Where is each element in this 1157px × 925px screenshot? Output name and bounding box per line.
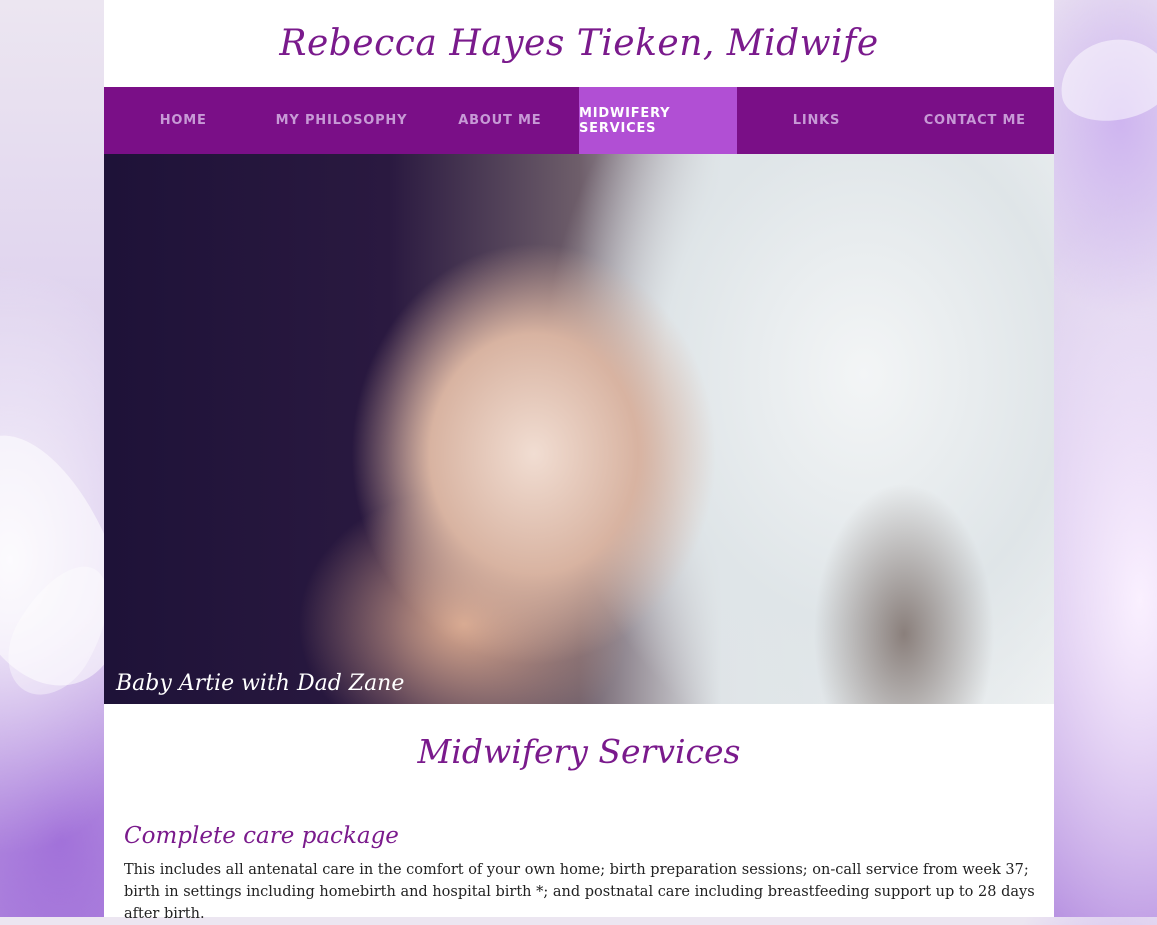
site-title[interactable]: Rebecca Hayes Tieken, Midwife bbox=[104, 0, 1054, 87]
nav-item-links[interactable]: LINKS bbox=[737, 87, 895, 154]
section-heading: Complete care package bbox=[124, 823, 399, 849]
page-container: Rebecca Hayes Tieken, Midwife HOME MY PH… bbox=[104, 0, 1054, 922]
nav-item-contact-me[interactable]: CONTACT ME bbox=[896, 87, 1054, 154]
nav-item-about-me[interactable]: ABOUT ME bbox=[421, 87, 579, 154]
nav-item-midwifery-services[interactable]: MIDWIFERY SERVICES bbox=[578, 87, 738, 154]
main-nav: HOME MY PHILOSOPHY ABOUT ME MIDWIFERY SE… bbox=[104, 87, 1054, 154]
hero-caption: Baby Artie with Dad Zane bbox=[116, 671, 405, 696]
page-title: Midwifery Services bbox=[417, 732, 741, 771]
hero-image: Baby Artie with Dad Zane bbox=[104, 154, 1054, 704]
background-petal bbox=[1053, 31, 1157, 129]
nav-item-home[interactable]: HOME bbox=[104, 87, 262, 154]
nav-item-my-philosophy[interactable]: MY PHILOSOPHY bbox=[262, 87, 420, 154]
section-body: This includes all antenatal care in the … bbox=[124, 862, 1035, 922]
